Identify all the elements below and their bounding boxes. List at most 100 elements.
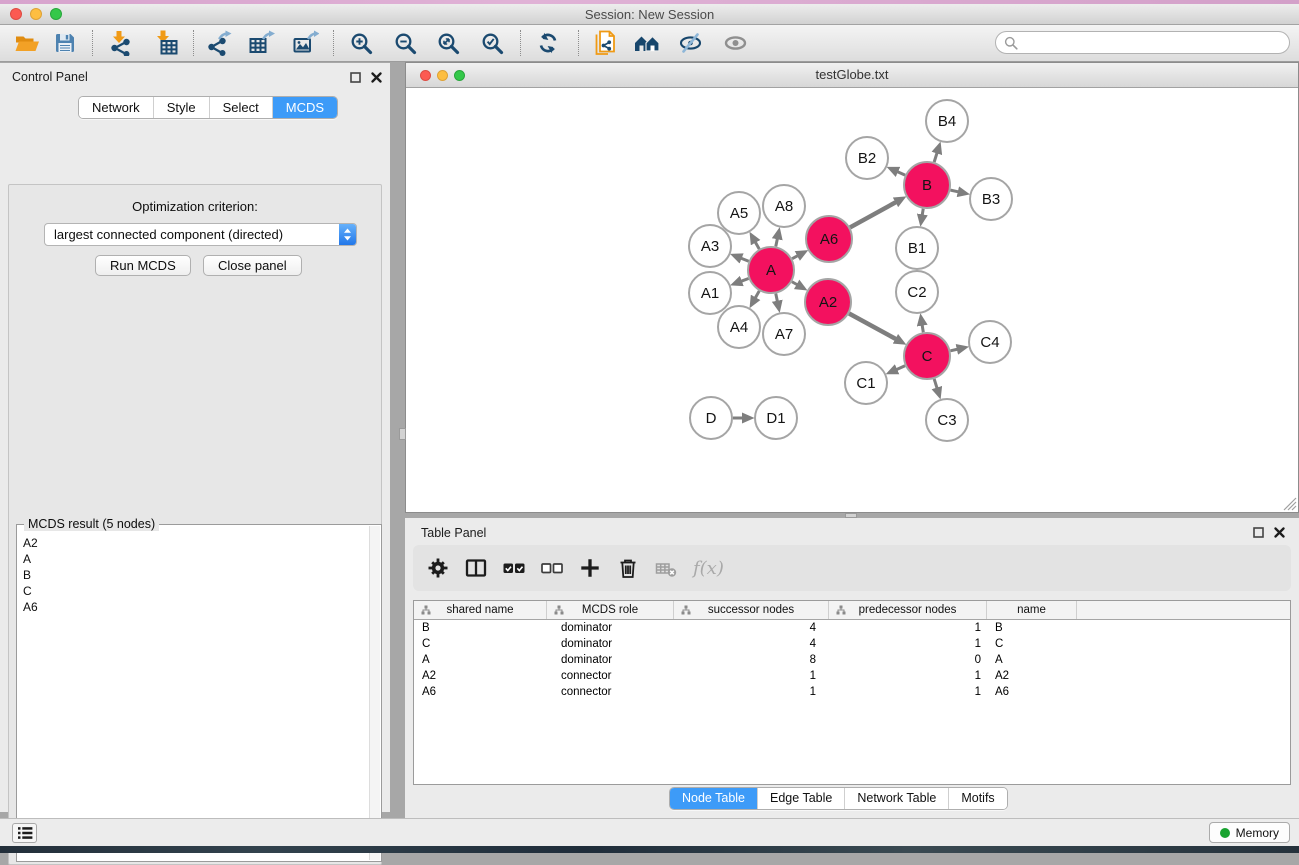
tab-node-table[interactable]: Node Table xyxy=(670,788,757,809)
graph-node-A[interactable]: A xyxy=(748,247,794,293)
graph-edge-A-A7[interactable] xyxy=(776,294,778,302)
zoom-in-button[interactable] xyxy=(344,27,378,59)
delete-column-button[interactable] xyxy=(615,556,640,581)
float-panel-icon[interactable] xyxy=(1253,527,1264,538)
network-from-document-button[interactable] xyxy=(588,27,622,59)
table-row[interactable]: A2connector11A2 xyxy=(414,668,1290,684)
tab-network[interactable]: Network xyxy=(79,97,153,118)
graph-edge-C-C4[interactable] xyxy=(950,349,957,351)
show-network-button[interactable] xyxy=(718,27,752,59)
memory-button[interactable]: Memory xyxy=(1209,822,1290,843)
close-panel-icon[interactable] xyxy=(371,72,382,83)
graph-node-A4[interactable]: A4 xyxy=(718,306,760,348)
graph-node-B4[interactable]: B4 xyxy=(926,100,968,142)
graph-edge-C-C1[interactable] xyxy=(897,366,905,370)
tab-style[interactable]: Style xyxy=(153,97,209,118)
graph-edge-B-B1[interactable] xyxy=(922,209,923,215)
graph-node-A6[interactable]: A6 xyxy=(806,216,852,262)
network-window-titlebar[interactable]: testGlobe.txt xyxy=(406,63,1298,88)
graph-node-A5[interactable]: A5 xyxy=(718,192,760,234)
graph-node-B1[interactable]: B1 xyxy=(896,227,938,269)
graph-node-B3[interactable]: B3 xyxy=(970,178,1012,220)
refresh-button[interactable] xyxy=(531,27,565,59)
import-network-button[interactable] xyxy=(103,27,137,59)
graph-node-C4[interactable]: C4 xyxy=(969,321,1011,363)
network-canvas[interactable]: B4 B2 B B3 A8A5 A6 A3 B1 A A1 C2 A2 A4A7 C4 C C1 C3 D D1 xyxy=(406,89,1298,512)
graph-edge-A-A3[interactable] xyxy=(741,258,748,261)
table-settings-button[interactable] xyxy=(425,556,450,581)
column-header-successor-nodes[interactable]: successor nodes xyxy=(674,601,829,619)
graph-node-A1[interactable]: A1 xyxy=(689,272,731,314)
export-network-button[interactable] xyxy=(202,27,236,59)
graph-edge-B-B2[interactable] xyxy=(898,172,906,175)
graph-edge-A-A5[interactable] xyxy=(755,242,759,249)
graph-node-C3[interactable]: C3 xyxy=(926,399,968,441)
zoom-out-button[interactable] xyxy=(388,27,422,59)
graph-node-B2[interactable]: B2 xyxy=(846,137,888,179)
table-row[interactable]: Cdominator41C xyxy=(414,636,1290,652)
show-column-button[interactable] xyxy=(463,556,488,581)
table-row[interactable]: A6connector11A6 xyxy=(414,684,1290,700)
mcds-result-list[interactable]: A2ABCA6 xyxy=(23,535,365,857)
graph-edge-A6-B[interactable] xyxy=(850,202,896,227)
graph-edge-A-A2[interactable] xyxy=(792,282,797,285)
zoom-fit-button[interactable] xyxy=(431,27,465,59)
graph-node-C[interactable]: C xyxy=(904,333,950,379)
task-history-button[interactable] xyxy=(12,823,37,843)
column-header-MCDS-role[interactable]: MCDS role xyxy=(547,601,674,619)
optimization-criterion-select[interactable]: largest connected component (directed) xyxy=(44,223,357,246)
graph-edge-A-A4[interactable] xyxy=(755,291,759,298)
close-panel-button[interactable]: Close panel xyxy=(203,255,302,276)
save-session-button[interactable] xyxy=(48,27,82,59)
close-panel-icon[interactable] xyxy=(1274,527,1285,538)
tab-select[interactable]: Select xyxy=(209,97,272,118)
graph-node-C2[interactable]: C2 xyxy=(896,271,938,313)
export-table-button[interactable] xyxy=(244,27,278,59)
column-header-predecessor-nodes[interactable]: predecessor nodes xyxy=(829,601,987,619)
deselect-all-button[interactable] xyxy=(539,556,564,581)
table-row[interactable]: Bdominator41B xyxy=(414,620,1290,636)
import-table-button[interactable] xyxy=(149,27,183,59)
float-panel-icon[interactable] xyxy=(350,72,361,83)
column-header-name[interactable]: name xyxy=(987,601,1077,619)
zoom-selected-button[interactable] xyxy=(475,27,509,59)
graph-node-B[interactable]: B xyxy=(904,162,950,208)
graph-node-D1[interactable]: D1 xyxy=(755,397,797,439)
export-image-button[interactable] xyxy=(288,27,322,59)
select-all-button[interactable] xyxy=(501,556,526,581)
graph-edge-B-B3[interactable] xyxy=(950,190,958,192)
delete-table-button[interactable] xyxy=(653,556,678,581)
graph-edge-A-A1[interactable] xyxy=(741,278,748,281)
run-mcds-button[interactable]: Run MCDS xyxy=(95,255,191,276)
tab-network-table[interactable]: Network Table xyxy=(844,788,948,809)
tab-motifs[interactable]: Motifs xyxy=(948,788,1006,809)
graph-node-A7[interactable]: A7 xyxy=(763,313,805,355)
graph-edge-C-C2[interactable] xyxy=(922,325,923,332)
search-field[interactable] xyxy=(995,31,1290,54)
graph-node-A3[interactable]: A3 xyxy=(689,225,731,267)
graph-edge-C-C3[interactable] xyxy=(934,379,937,388)
tab-edge-table[interactable]: Edge Table xyxy=(757,788,844,809)
svg-text:C4: C4 xyxy=(980,334,999,351)
graph-node-A2[interactable]: A2 xyxy=(805,279,851,325)
function-builder-button[interactable]: f(x) xyxy=(693,558,724,579)
search-input[interactable] xyxy=(1023,35,1281,51)
add-column-button[interactable] xyxy=(577,556,602,581)
hide-network-button[interactable] xyxy=(673,27,707,59)
panel-divider-handle[interactable] xyxy=(399,428,406,440)
column-header-shared-name[interactable]: shared name xyxy=(414,601,547,619)
tab-mcds[interactable]: MCDS xyxy=(272,97,337,118)
graph-edge-A-A6[interactable] xyxy=(792,256,798,259)
graph-edge-B-B4[interactable] xyxy=(934,153,937,162)
graph-edge-A-A8[interactable] xyxy=(776,239,778,247)
window-resize-grip[interactable] xyxy=(1282,496,1297,511)
graph-node-C1[interactable]: C1 xyxy=(845,362,887,404)
session-home-button[interactable] xyxy=(630,27,664,59)
result-scrollbar[interactable] xyxy=(369,526,380,860)
graph-node-A8[interactable]: A8 xyxy=(763,185,805,227)
graph-edge-A2-C[interactable] xyxy=(849,313,896,339)
status-bar: Memory xyxy=(0,818,1299,846)
table-row[interactable]: Adominator80A xyxy=(414,652,1290,668)
open-session-button[interactable] xyxy=(10,27,44,59)
graph-node-D[interactable]: D xyxy=(690,397,732,439)
